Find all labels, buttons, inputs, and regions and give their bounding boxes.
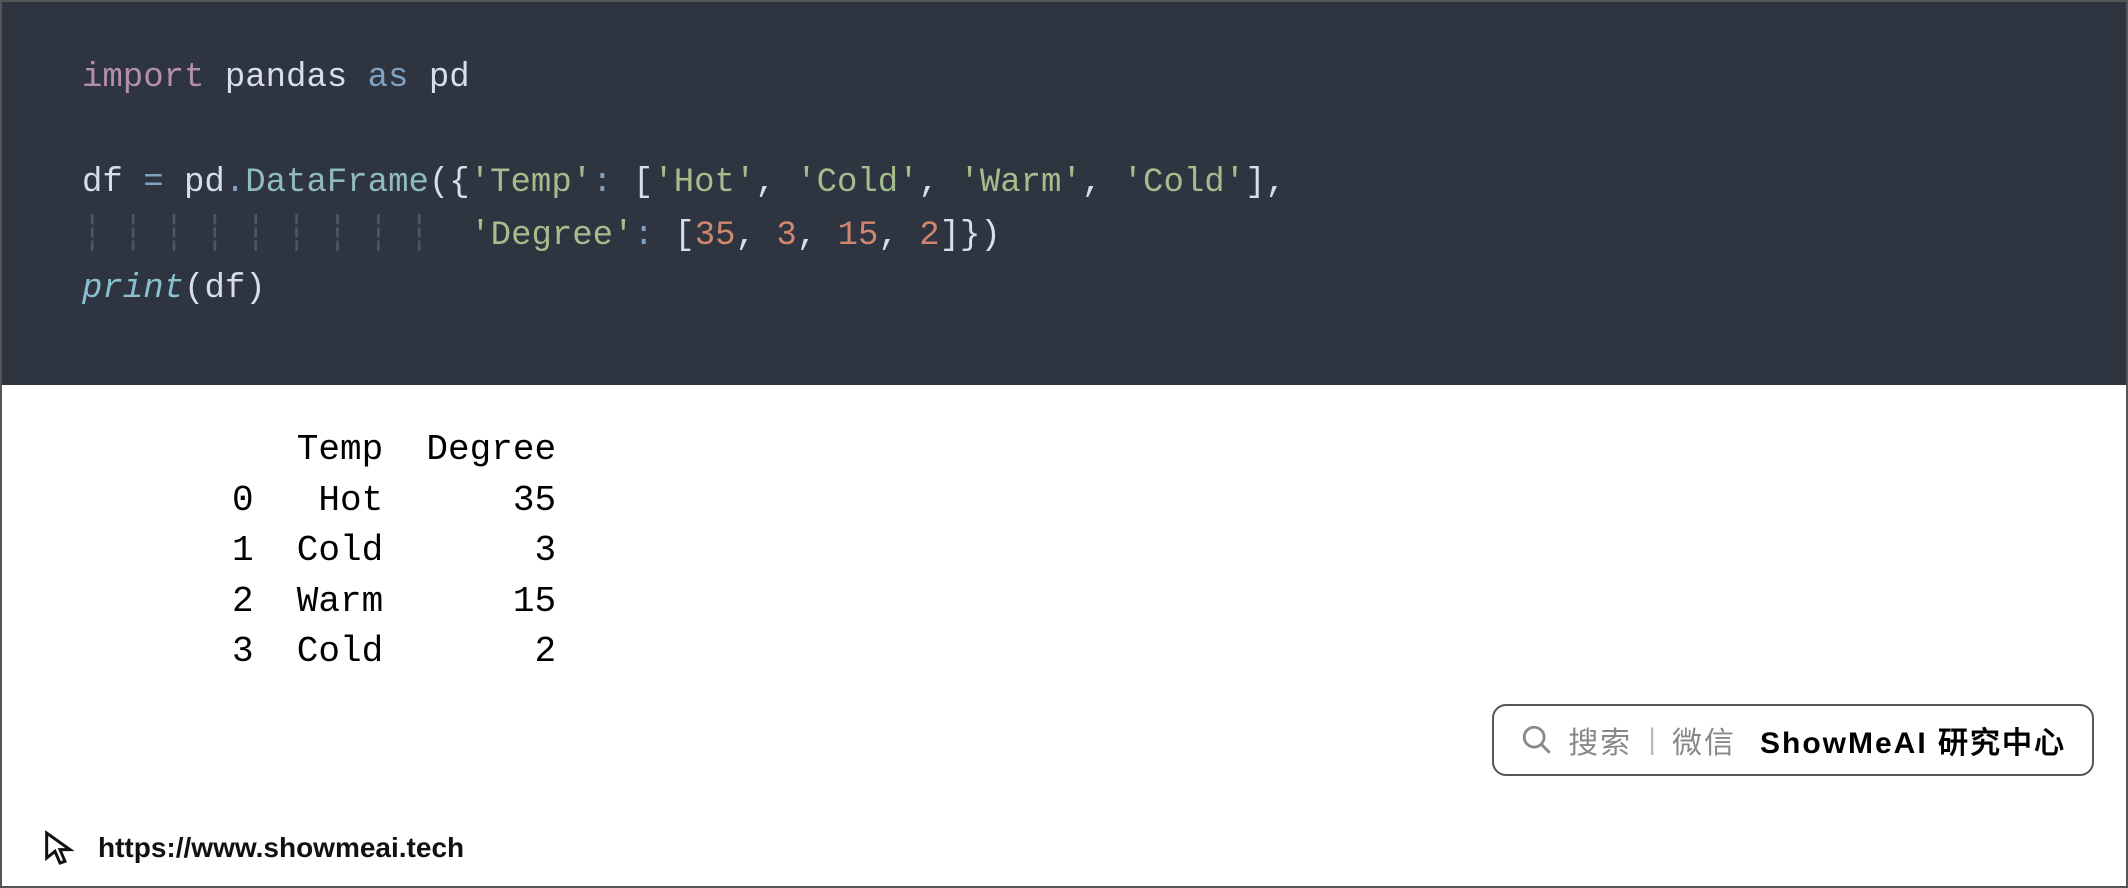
number: 15 (838, 217, 879, 255)
bracket-open: [ (674, 217, 694, 255)
comma: , (919, 164, 939, 202)
comma: , (797, 217, 817, 255)
output-header: Temp Degree (232, 429, 556, 470)
module-alias: pd (429, 59, 470, 97)
output-row: 2 Warm 15 (232, 581, 556, 622)
badge-brand: ShowMeAI 研究中心 (1760, 718, 2066, 762)
output-row: 1 Cold 3 (232, 530, 556, 571)
comma: , (736, 217, 756, 255)
indent-guide: ┆ ┆ ┆ ┆ ┆ ┆ ┆ ┆ ┆ (82, 217, 450, 255)
string-val: 'Cold' (1123, 164, 1245, 202)
paren-close: }) (960, 217, 1001, 255)
search-icon (1520, 723, 1554, 757)
dot: . (225, 164, 245, 202)
keyword-as: as (368, 59, 409, 97)
badge-wechat-label: 微信 (1672, 718, 1736, 762)
number: 35 (695, 217, 736, 255)
number: 3 (776, 217, 796, 255)
string-val: 'Warm' (959, 164, 1081, 202)
variable: df (82, 164, 123, 202)
class-name: DataFrame (245, 164, 429, 202)
string-key: 'Degree' (470, 217, 633, 255)
bracket-close: ] (1245, 164, 1265, 202)
comma: , (1082, 164, 1102, 202)
keyword-import: import (82, 59, 204, 97)
variable: df (204, 270, 245, 308)
comma: , (755, 164, 775, 202)
cursor-icon (40, 828, 80, 868)
module-name: pandas (225, 59, 347, 97)
output-row: 3 Cold 2 (232, 631, 556, 672)
colon: : (634, 217, 654, 255)
string-key: 'Temp' (470, 164, 592, 202)
paren-open: ({ (429, 164, 470, 202)
operator-eq: = (143, 164, 163, 202)
code-block: import pandas as pd df = pd.DataFrame({'… (2, 2, 2126, 385)
colon: : (592, 164, 612, 202)
output-block: Temp Degree 0 Hot 35 1 Cold 3 2 Warm 15 … (2, 385, 2126, 697)
comma: , (878, 217, 898, 255)
string-val: 'Hot' (653, 164, 755, 202)
paren-close: ) (245, 270, 265, 308)
badge-search-label: 搜索 (1568, 718, 1632, 762)
bracket-open: [ (633, 164, 653, 202)
obj: pd (184, 164, 225, 202)
string-val: 'Cold' (796, 164, 918, 202)
footer-url: https://www.showmeai.tech (98, 832, 464, 864)
search-badge: 搜索 | 微信 ShowMeAI 研究中心 (1492, 704, 2094, 776)
builtin-print: print (82, 270, 184, 308)
comma: , (1265, 164, 1285, 202)
badge-divider: | (1648, 723, 1656, 757)
bracket-close: ] (940, 217, 960, 255)
paren-open: ( (184, 270, 204, 308)
number: 2 (919, 217, 939, 255)
output-row: 0 Hot 35 (232, 480, 556, 521)
footer: https://www.showmeai.tech (40, 828, 464, 868)
